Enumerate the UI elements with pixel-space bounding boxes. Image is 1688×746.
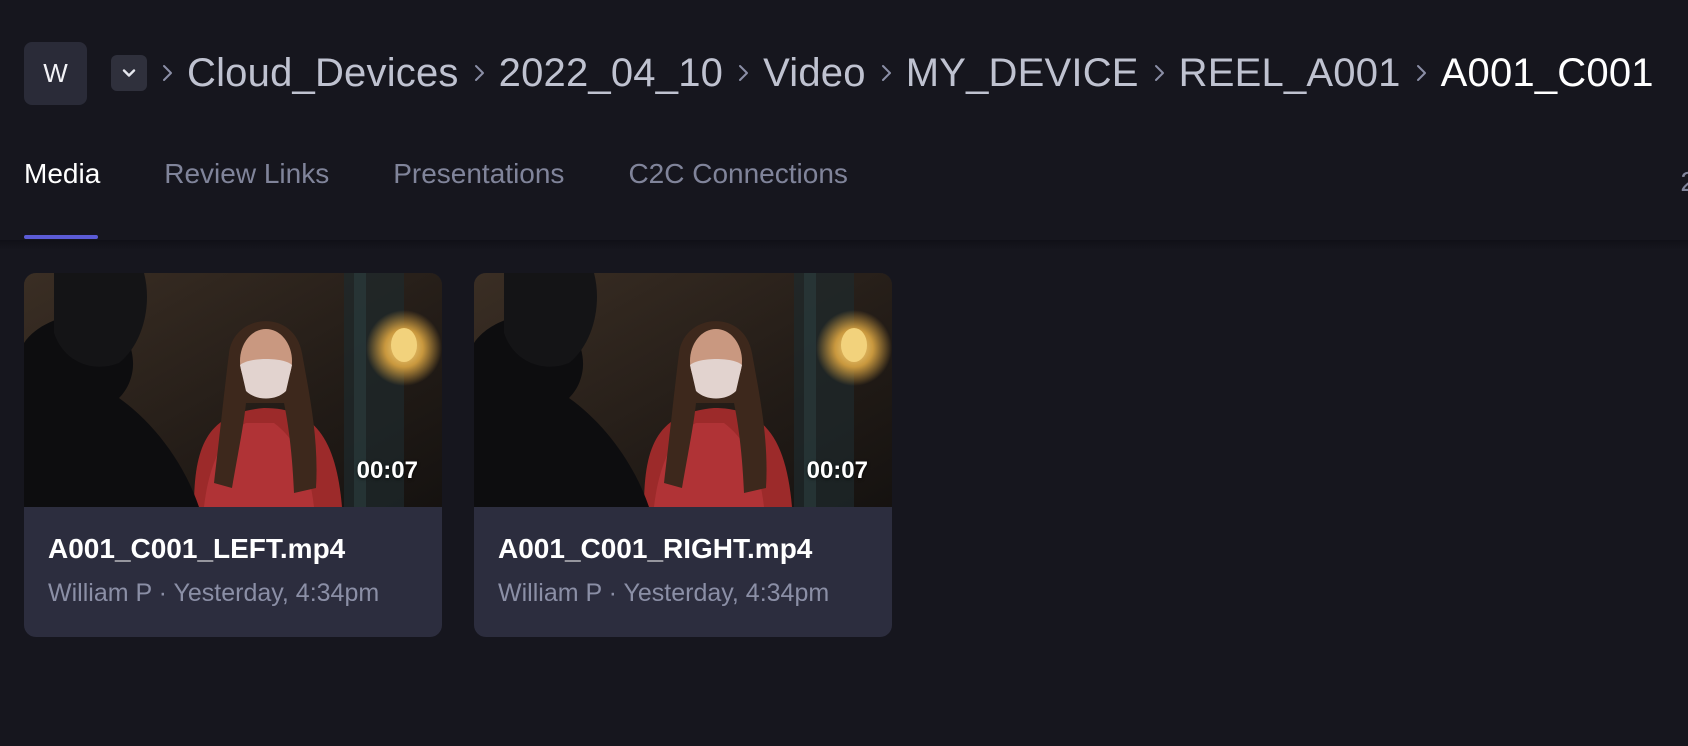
meta-separator: ·: [608, 579, 617, 607]
workspace-dropdown-button[interactable]: [111, 55, 147, 91]
tab-media[interactable]: Media: [24, 158, 100, 190]
duration-badge: 00:07: [356, 457, 418, 484]
asset-grid: 00:07 A001_C001_LEFT.mp4 William P · Yes…: [24, 273, 892, 637]
chevron-right-icon: [866, 53, 906, 93]
asset-card[interactable]: 00:07 A001_C001_RIGHT.mp4 William P · Ye…: [474, 273, 892, 637]
breadcrumb-item-my-device[interactable]: MY_DEVICE: [906, 51, 1139, 96]
tab-presentations[interactable]: Presentations: [393, 158, 564, 190]
app-root: W Cloud_Devices 2022_04_10 Video MY_DEVI…: [0, 0, 1688, 746]
chevron-down-icon: [122, 69, 136, 77]
asset-info: A001_C001_RIGHT.mp4 William P · Yesterda…: [474, 507, 892, 608]
item-count: 2: [1680, 166, 1688, 198]
asset-meta: William P · Yesterday, 4:34pm: [498, 579, 868, 608]
breadcrumb-current: A001_C001: [1440, 50, 1654, 95]
active-tab-indicator: [24, 235, 98, 239]
chevron-right-icon: [723, 53, 763, 93]
asset-timestamp: Yesterday, 4:34pm: [173, 579, 380, 607]
asset-meta: William P · Yesterday, 4:34pm: [48, 579, 418, 608]
asset-title[interactable]: A001_C001_LEFT.mp4: [48, 533, 418, 565]
breadcrumb: W Cloud_Devices 2022_04_10 Video MY_DEVI…: [24, 40, 1654, 106]
chevron-right-icon: [1139, 53, 1179, 93]
chevron-right-icon: [1401, 53, 1441, 93]
tab-bar: Media Review Links Presentations C2C Con…: [24, 158, 912, 190]
video-thumbnail[interactable]: 00:07: [474, 273, 892, 507]
asset-timestamp: Yesterday, 4:34pm: [623, 579, 830, 607]
breadcrumb-item-date[interactable]: 2022_04_10: [499, 51, 723, 96]
breadcrumb-item-video[interactable]: Video: [763, 51, 866, 96]
asset-card[interactable]: 00:07 A001_C001_LEFT.mp4 William P · Yes…: [24, 273, 442, 637]
duration-badge: 00:07: [806, 457, 868, 484]
chevron-right-icon: [147, 53, 187, 93]
meta-separator: ·: [158, 579, 167, 607]
asset-author: William P: [48, 579, 152, 607]
tab-c2c-connections[interactable]: C2C Connections: [628, 158, 847, 190]
workspace-avatar[interactable]: W: [24, 41, 87, 105]
breadcrumb-item-reel[interactable]: REEL_A001: [1179, 51, 1401, 96]
asset-author: William P: [498, 579, 602, 607]
workspace-avatar-letter: W: [43, 57, 68, 88]
chevron-right-icon: [459, 53, 499, 93]
video-thumbnail[interactable]: 00:07: [24, 273, 442, 507]
tab-divider: [0, 240, 1688, 250]
tab-review-links[interactable]: Review Links: [164, 158, 329, 190]
breadcrumb-item-cloud-devices[interactable]: Cloud_Devices: [187, 51, 459, 96]
asset-info: A001_C001_LEFT.mp4 William P · Yesterday…: [24, 507, 442, 608]
asset-title[interactable]: A001_C001_RIGHT.mp4: [498, 533, 868, 565]
